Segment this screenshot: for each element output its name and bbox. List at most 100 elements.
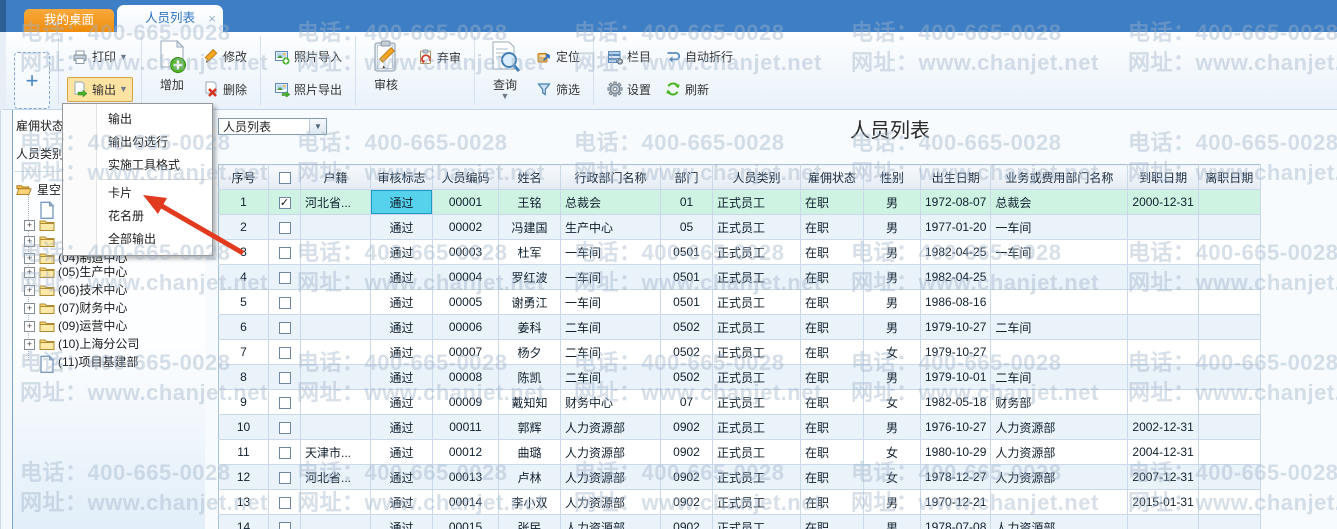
cell-雇佣状态[interactable]: 在职 bbox=[801, 190, 864, 215]
cell-姓名[interactable]: 冯建国 bbox=[499, 215, 561, 240]
table-row[interactable]: 1✓河北省...通过00001王铭总裁会01正式员工在职男1972-08-07总… bbox=[219, 190, 1261, 215]
cell-人员编码[interactable]: 00004 bbox=[433, 265, 499, 290]
cell-雇佣状态[interactable]: 在职 bbox=[801, 390, 864, 415]
cell-离职日期[interactable] bbox=[1198, 315, 1260, 340]
cell-雇佣状态[interactable]: 在职 bbox=[801, 490, 864, 515]
cell-人员编码[interactable]: 00001 bbox=[433, 190, 499, 215]
close-icon[interactable]: × bbox=[208, 5, 216, 32]
cell-离职日期[interactable] bbox=[1198, 265, 1260, 290]
checkbox-icon[interactable] bbox=[279, 497, 291, 509]
column-header-到职日期[interactable]: 到职日期 bbox=[1128, 165, 1198, 190]
cell-雇佣状态[interactable]: 在职 bbox=[801, 415, 864, 440]
cell-审核标志[interactable]: 通过 bbox=[371, 440, 433, 465]
cell-户籍[interactable] bbox=[301, 415, 371, 440]
cell-行政部门名称[interactable]: 一车间 bbox=[561, 240, 661, 265]
cell-审核标志[interactable]: 通过 bbox=[371, 365, 433, 390]
cell-序号[interactable]: 5 bbox=[219, 290, 269, 315]
cell-序号[interactable]: 7 bbox=[219, 340, 269, 365]
cell-业务或费用部门名称[interactable]: 总裁会 bbox=[991, 190, 1128, 215]
cell-姓名[interactable]: 戴知知 bbox=[499, 390, 561, 415]
cell-审核标志[interactable]: 通过 bbox=[371, 340, 433, 365]
table-row[interactable]: 14通过00015张民人力资源部0902正式员工在职男1978-07-08人力资… bbox=[219, 515, 1261, 529]
checkbox-icon[interactable] bbox=[279, 522, 291, 529]
cell-姓名[interactable]: 谢勇江 bbox=[499, 290, 561, 315]
cell-性别[interactable]: 男 bbox=[864, 315, 921, 340]
cell-人员编码[interactable]: 00008 bbox=[433, 365, 499, 390]
cell-人员类别[interactable]: 正式员工 bbox=[713, 415, 801, 440]
sidebar-collapse-strip[interactable] bbox=[0, 110, 14, 529]
cell-姓名[interactable]: 郭辉 bbox=[499, 415, 561, 440]
cell-雇佣状态[interactable]: 在职 bbox=[801, 340, 864, 365]
cell-离职日期[interactable] bbox=[1198, 290, 1260, 315]
cell-雇佣状态[interactable]: 在职 bbox=[801, 215, 864, 240]
cell-性别[interactable]: 男 bbox=[864, 215, 921, 240]
cell-姓名[interactable]: 曲璐 bbox=[499, 440, 561, 465]
cell-到职日期[interactable] bbox=[1128, 365, 1198, 390]
cell-序号[interactable]: 6 bbox=[219, 315, 269, 340]
cell-户籍[interactable] bbox=[301, 515, 371, 529]
cell-人员编码[interactable]: 00002 bbox=[433, 215, 499, 240]
checkbox-icon[interactable]: ✓ bbox=[279, 197, 291, 209]
row-checkbox-cell[interactable] bbox=[269, 390, 301, 415]
row-checkbox-cell[interactable] bbox=[269, 340, 301, 365]
cell-行政部门名称[interactable]: 人力资源部 bbox=[561, 465, 661, 490]
column-header-雇佣状态[interactable]: 雇佣状态 bbox=[801, 165, 864, 190]
unaudit-button[interactable]: 弃审 bbox=[412, 44, 466, 70]
cell-人员类别[interactable]: 正式员工 bbox=[713, 465, 801, 490]
cell-户籍[interactable]: 天津市... bbox=[301, 440, 371, 465]
cell-部门[interactable]: 0502 bbox=[661, 365, 713, 390]
cell-人员类别[interactable]: 正式员工 bbox=[713, 365, 801, 390]
cell-行政部门名称[interactable]: 生产中心 bbox=[561, 215, 661, 240]
cell-雇佣状态[interactable]: 在职 bbox=[801, 465, 864, 490]
checkbox-icon[interactable] bbox=[279, 247, 291, 259]
expand-icon[interactable]: + bbox=[24, 267, 35, 278]
row-checkbox-cell[interactable] bbox=[269, 290, 301, 315]
checkbox-icon[interactable] bbox=[279, 447, 291, 459]
column-header-出生日期[interactable]: 出生日期 bbox=[921, 165, 991, 190]
cell-出生日期[interactable]: 1982-05-18 bbox=[921, 390, 991, 415]
table-row[interactable]: 4通过00004罗红波一车间0501正式员工在职男1982-04-25 bbox=[219, 265, 1261, 290]
cell-业务或费用部门名称[interactable]: 人力资源部 bbox=[991, 515, 1128, 529]
cell-户籍[interactable] bbox=[301, 290, 371, 315]
cell-出生日期[interactable]: 1979-10-27 bbox=[921, 340, 991, 365]
cell-部门[interactable]: 0502 bbox=[661, 315, 713, 340]
refresh-button[interactable]: 刷新 bbox=[660, 77, 738, 103]
cell-雇佣状态[interactable]: 在职 bbox=[801, 265, 864, 290]
cell-户籍[interactable] bbox=[301, 315, 371, 340]
table-row[interactable]: 2通过00002冯建国生产中心05正式员工在职男1977-01-20一车间 bbox=[219, 215, 1261, 240]
cell-出生日期[interactable]: 1982-04-25 bbox=[921, 240, 991, 265]
tab-personnel-list[interactable]: 人员列表 × bbox=[117, 5, 223, 32]
table-row[interactable]: 3通过00003杜军一车间0501正式员工在职男1982-04-25一车间 bbox=[219, 240, 1261, 265]
cell-人员编码[interactable]: 00005 bbox=[433, 290, 499, 315]
cell-到职日期[interactable] bbox=[1128, 315, 1198, 340]
delete-button[interactable]: 删除 bbox=[198, 77, 252, 103]
cell-性别[interactable]: 男 bbox=[864, 190, 921, 215]
cell-离职日期[interactable] bbox=[1198, 515, 1260, 529]
cell-姓名[interactable]: 罗红波 bbox=[499, 265, 561, 290]
column-header-人员类别[interactable]: 人员类别 bbox=[713, 165, 801, 190]
cell-到职日期[interactable] bbox=[1128, 390, 1198, 415]
cell-业务或费用部门名称[interactable] bbox=[991, 290, 1128, 315]
cell-序号[interactable]: 3 bbox=[219, 240, 269, 265]
cell-姓名[interactable]: 卢林 bbox=[499, 465, 561, 490]
cell-离职日期[interactable] bbox=[1198, 340, 1260, 365]
cell-业务或费用部门名称[interactable]: 人力资源部 bbox=[991, 415, 1128, 440]
cell-部门[interactable]: 0902 bbox=[661, 465, 713, 490]
cell-性别[interactable]: 男 bbox=[864, 265, 921, 290]
cell-出生日期[interactable]: 1982-04-25 bbox=[921, 265, 991, 290]
cell-序号[interactable]: 13 bbox=[219, 490, 269, 515]
new-tab-button[interactable]: + bbox=[14, 52, 50, 109]
settings-button[interactable]: 设置 bbox=[602, 77, 656, 103]
cell-部门[interactable]: 0502 bbox=[661, 340, 713, 365]
row-checkbox-cell[interactable] bbox=[269, 265, 301, 290]
cell-雇佣状态[interactable]: 在职 bbox=[801, 440, 864, 465]
expand-icon[interactable]: + bbox=[24, 285, 35, 296]
chevron-down-icon[interactable]: ▼ bbox=[309, 119, 326, 134]
cell-性别[interactable]: 女 bbox=[864, 340, 921, 365]
column-header-序号[interactable]: 序号 bbox=[219, 165, 269, 190]
cell-业务或费用部门名称[interactable]: 一车间 bbox=[991, 215, 1128, 240]
cell-姓名[interactable]: 张民 bbox=[499, 515, 561, 529]
cell-姓名[interactable]: 陈凯 bbox=[499, 365, 561, 390]
cell-行政部门名称[interactable]: 人力资源部 bbox=[561, 490, 661, 515]
cell-姓名[interactable]: 杨夕 bbox=[499, 340, 561, 365]
